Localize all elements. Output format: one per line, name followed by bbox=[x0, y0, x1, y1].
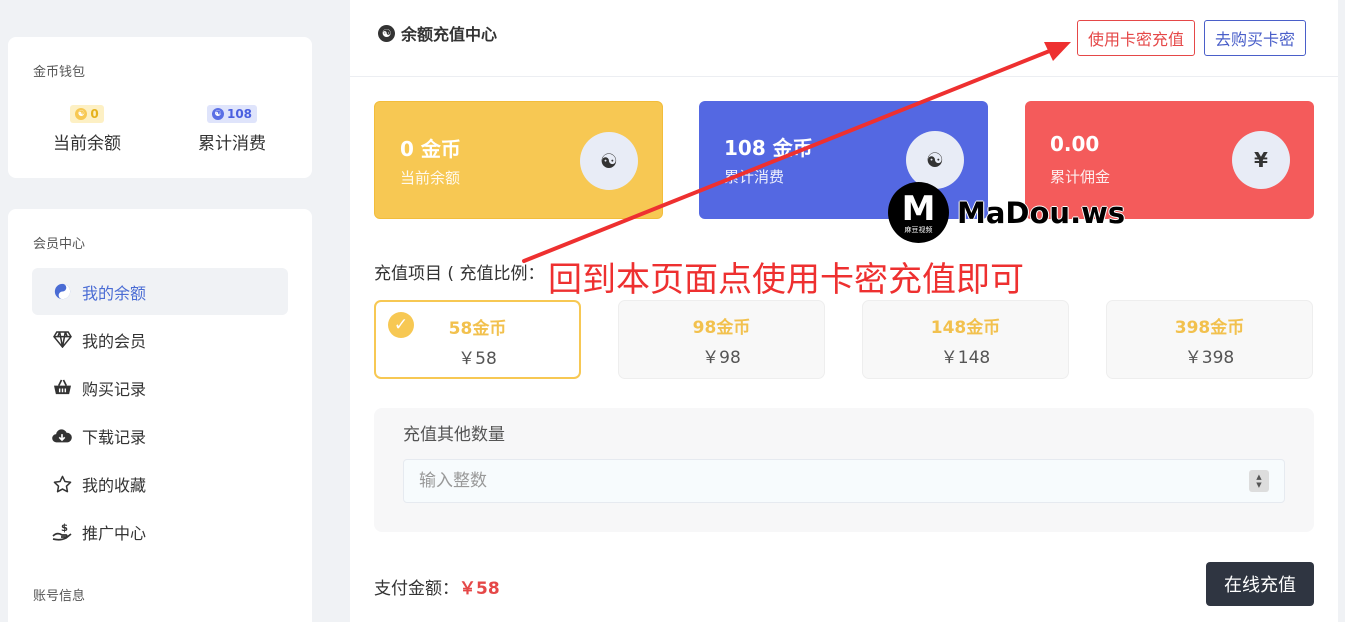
member-center-card: 会员中心 我的余额 我的会员 购买记录 下载记录 我的收藏 $ 推广中心 账号信… bbox=[8, 209, 312, 622]
package-option[interactable]: 398金币 ￥398 bbox=[1106, 300, 1313, 379]
wallet-balance: ☯ 0 当前余额 bbox=[27, 101, 147, 154]
diamond-icon bbox=[52, 330, 72, 350]
other-amount-box: 充值其他数量 ▲▼ bbox=[374, 408, 1314, 532]
main-header: ☯ 余额充值中心 使用卡密充值 去购买卡密 bbox=[350, 0, 1338, 77]
stat-card-balance: 0 金币 当前余额 ☯ bbox=[374, 101, 663, 219]
basket-icon bbox=[52, 378, 72, 398]
watermark-logo-sub: 麻豆视频 bbox=[904, 225, 933, 234]
sidebar-item-label: 推广中心 bbox=[82, 523, 147, 543]
sidebar-item-membership[interactable]: 我的会员 bbox=[32, 316, 288, 363]
sidebar-item-label: 购买记录 bbox=[82, 379, 147, 399]
yin-yang-icon: ☯ bbox=[580, 132, 638, 190]
sidebar-item-downloads[interactable]: 下载记录 bbox=[32, 412, 288, 459]
yin-yang-icon bbox=[52, 282, 72, 302]
other-amount-input[interactable] bbox=[403, 459, 1285, 503]
page-title-text: 余额充值中心 bbox=[401, 25, 498, 44]
use-card-recharge-button[interactable]: 使用卡密充值 bbox=[1077, 20, 1196, 56]
watermark-logo-letter: M bbox=[901, 188, 936, 229]
wallet-title: 金币钱包 bbox=[33, 65, 86, 80]
pay-amount-value: ￥58 bbox=[459, 579, 500, 599]
sidebar-item-referral[interactable]: $ 推广中心 bbox=[32, 508, 288, 555]
number-stepper-icon[interactable]: ▲ ▼ bbox=[1249, 470, 1269, 492]
package-option[interactable]: 98金币 ￥98 bbox=[618, 300, 825, 379]
hand-coin-icon: $ bbox=[52, 522, 72, 542]
other-amount-wrap: ▲▼ bbox=[374, 408, 1314, 532]
account-info-title: 账号信息 bbox=[33, 589, 86, 604]
stat-value: 0 金币 bbox=[400, 137, 461, 161]
yen-icon: ¥ bbox=[1232, 131, 1290, 189]
watermark-text: MaDou.ws bbox=[957, 195, 1126, 230]
sidebar-item-label: 我的余额 bbox=[82, 283, 147, 303]
wallet-spent: ☯ 108 累计消费 bbox=[172, 101, 292, 154]
package-coins: 398金币 bbox=[1174, 318, 1245, 338]
coin-icon: ☯ bbox=[211, 107, 224, 120]
package-price: ￥98 bbox=[702, 348, 741, 368]
yin-yang-icon: ☯ bbox=[906, 131, 964, 189]
svg-text:$: $ bbox=[61, 523, 68, 534]
wallet-card: 金币钱包 ☯ 0 当前余额 ☯ 108 累计消费 bbox=[8, 37, 312, 178]
sidebar-item-label: 下载记录 bbox=[82, 427, 147, 447]
sidebar-item-purchases[interactable]: 购买记录 bbox=[32, 364, 288, 411]
package-coins: 98金币 bbox=[692, 318, 751, 338]
balance-badge: ☯ 0 bbox=[70, 104, 104, 123]
cloud-download-icon bbox=[52, 426, 72, 446]
spent-badge-value: 108 bbox=[226, 106, 253, 121]
watermark-logo: M 麻豆视频 bbox=[888, 182, 949, 243]
recharge-items-label: 充值项目 ( 充值比例： bbox=[374, 264, 545, 284]
stat-label: 累计消费 bbox=[724, 168, 785, 186]
package-coins: 148金币 bbox=[930, 318, 1001, 338]
page-title: ☯ 余额充值中心 bbox=[378, 21, 497, 45]
member-center-title: 会员中心 bbox=[33, 237, 86, 252]
main-panel: ☯ 余额充值中心 使用卡密充值 去购买卡密 0 金币 当前余额 ☯ 108 金币… bbox=[350, 0, 1338, 622]
yin-yang-icon: ☯ bbox=[378, 24, 395, 42]
sidebar-item-balance[interactable]: 我的余额 bbox=[32, 268, 288, 315]
buy-card-button[interactable]: 去购买卡密 bbox=[1204, 20, 1307, 56]
pay-amount-label: 支付金额： bbox=[374, 579, 459, 599]
sidebar-item-label: 我的收藏 bbox=[82, 475, 147, 495]
package-price: ￥398 bbox=[1184, 348, 1235, 368]
balance-badge-value: 0 bbox=[90, 106, 99, 121]
package-option[interactable]: 148金币 ￥148 bbox=[862, 300, 1069, 379]
spent-badge: ☯ 108 bbox=[206, 104, 258, 123]
package-coins: 58金币 bbox=[448, 319, 507, 339]
package-price: ￥58 bbox=[458, 349, 497, 369]
coin-icon: ☯ bbox=[75, 107, 88, 120]
online-recharge-button[interactable]: 在线充值 bbox=[1206, 562, 1314, 606]
stat-label: 当前余额 bbox=[400, 169, 461, 187]
sidebar-item-favorites[interactable]: 我的收藏 bbox=[32, 460, 288, 507]
balance-label: 当前余额 bbox=[53, 133, 121, 154]
stat-value: 0.00 bbox=[1050, 132, 1100, 156]
package-price: ￥148 bbox=[940, 348, 991, 368]
annotation-text: 回到本页面点使用卡密充值即可 bbox=[548, 260, 1024, 300]
watermark: M 麻豆视频 MaDou.ws bbox=[888, 182, 1125, 243]
pay-amount-row: 支付金额：￥58 bbox=[374, 574, 500, 599]
sidebar-item-label: 我的会员 bbox=[82, 331, 147, 351]
star-icon bbox=[52, 474, 72, 494]
spent-label: 累计消费 bbox=[198, 133, 266, 154]
package-option[interactable]: ✓ 58金币 ￥58 bbox=[374, 300, 581, 379]
stat-value: 108 金币 bbox=[724, 136, 813, 160]
